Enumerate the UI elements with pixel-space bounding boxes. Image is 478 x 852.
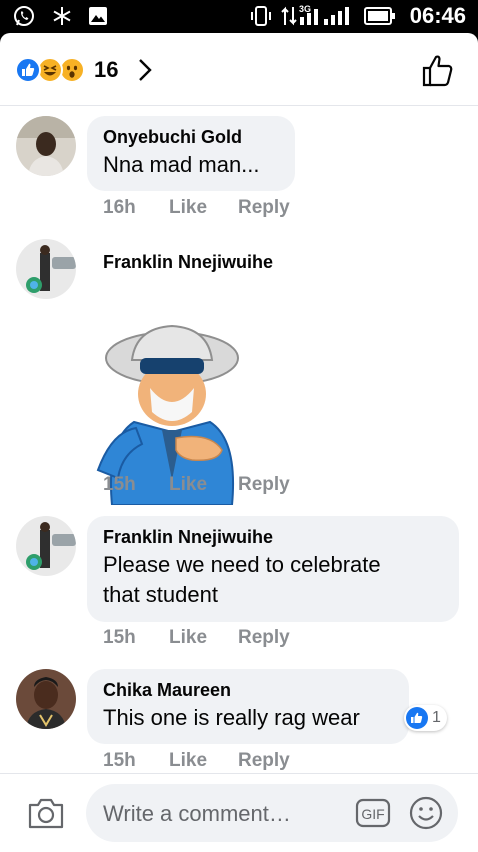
comment-time: 16h xyxy=(103,197,136,218)
like-reaction-icon xyxy=(406,707,428,729)
gif-icon[interactable]: GIF xyxy=(355,796,391,830)
avatar[interactable] xyxy=(16,239,76,299)
like-button[interactable]: Like xyxy=(169,197,207,219)
reply-button[interactable]: Reply xyxy=(238,750,290,772)
reaction-summary[interactable] xyxy=(15,57,89,83)
comment-bubble[interactable]: Franklin Nnejiwuihe Please we need to ce… xyxy=(87,516,459,622)
comment-author[interactable]: Chika Maureen xyxy=(103,679,393,701)
reaction-count[interactable]: 16 xyxy=(94,57,118,83)
data-arrows-icon xyxy=(280,5,298,27)
signal-icon xyxy=(300,5,352,27)
comment-time: 15h xyxy=(103,750,136,771)
gif-label: GIF xyxy=(361,806,384,822)
whatsapp-icon xyxy=(12,5,36,27)
comment-author[interactable]: Franklin Nnejiwuihe xyxy=(103,526,443,548)
vibrate-icon xyxy=(250,5,272,27)
camera-icon[interactable] xyxy=(27,795,65,831)
avatar[interactable] xyxy=(16,116,76,176)
reply-button[interactable]: Reply xyxy=(238,474,290,496)
comments-panel: 16 Onyebuchi Gold Nna mad man... 16h Lik… xyxy=(0,33,478,852)
reactions-header[interactable]: 16 xyxy=(0,33,478,106)
battery-icon xyxy=(364,5,396,27)
like-reaction-icon xyxy=(15,57,41,83)
avatar[interactable] xyxy=(16,516,76,576)
gallery-icon xyxy=(86,5,110,27)
reply-button[interactable]: Reply xyxy=(238,627,290,649)
comment-text-line-1: Please we need to celebrate xyxy=(103,552,381,577)
snowflake-icon xyxy=(50,5,74,27)
comment-bubble[interactable]: Chika Maureen This one is really rag wea… xyxy=(87,669,409,744)
comment-reaction-count: 1 xyxy=(432,709,441,726)
thumbs-up-outline-icon[interactable] xyxy=(420,53,456,89)
comment-text-line-2: that student xyxy=(103,582,218,607)
chevron-right-icon[interactable] xyxy=(133,57,157,83)
avatar[interactable] xyxy=(16,669,76,729)
clock-time: 06:46 xyxy=(409,3,466,28)
comment-time: 15h xyxy=(103,627,136,648)
comment-time: 15h xyxy=(103,474,136,495)
reply-button[interactable]: Reply xyxy=(238,197,290,219)
comment-text: This one is really rag wear xyxy=(103,705,360,730)
emoji-icon[interactable] xyxy=(409,796,443,830)
like-button[interactable]: Like xyxy=(169,627,207,649)
comment-author[interactable]: Onyebuchi Gold xyxy=(103,126,279,148)
comment-text: Nna mad man... xyxy=(103,152,260,177)
status-bar: 3G 06:46 xyxy=(0,0,478,33)
like-button[interactable]: Like xyxy=(169,474,207,496)
like-button[interactable]: Like xyxy=(169,750,207,772)
comment-composer: Write a comment… GIF xyxy=(0,773,478,852)
comment-author[interactable]: Franklin Nnejiwuihe xyxy=(103,252,273,273)
comment-bubble[interactable]: Onyebuchi Gold Nna mad man... xyxy=(87,116,295,191)
comment-input-placeholder[interactable]: Write a comment… xyxy=(103,801,291,827)
comment-reaction-badge[interactable]: 1 xyxy=(404,705,447,731)
